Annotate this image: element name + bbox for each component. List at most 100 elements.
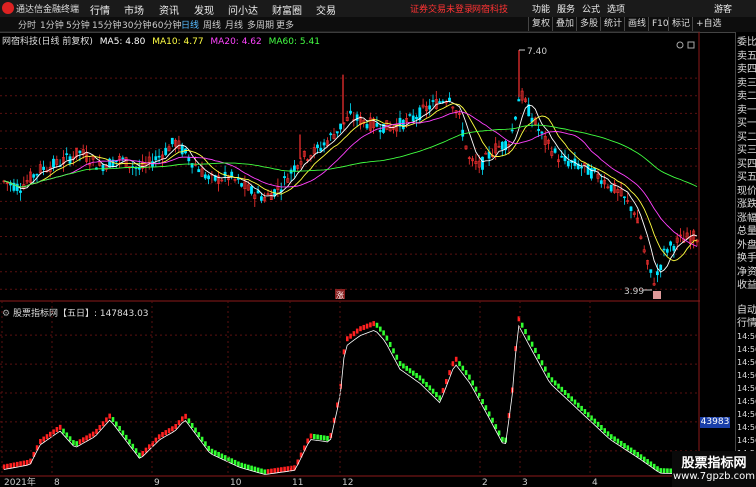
indicator-bar — [408, 368, 412, 374]
indicator-bar — [547, 372, 550, 378]
indicator-bar — [171, 426, 174, 432]
indicator-bar — [184, 413, 187, 419]
candle-body — [292, 165, 296, 172]
indicator-bar — [464, 370, 468, 376]
tick-time-label: 14:56 — [737, 423, 756, 432]
indicator-bar — [372, 321, 375, 327]
date-tick-label: 4 — [592, 478, 598, 487]
indicator-bar — [527, 335, 531, 341]
indicator-bar — [250, 465, 253, 471]
indicator-bar — [6, 463, 9, 469]
indicator-bar — [118, 425, 121, 431]
moving-average-lines — [3, 100, 698, 273]
indicator-bar — [115, 421, 118, 427]
candle-body — [553, 148, 557, 153]
quote-field-label: 买五 — [737, 172, 756, 183]
kline-chart[interactable]: 7.006.756.506.256.005.755.505.255.004.75… — [0, 0, 700, 487]
indicator-bar — [451, 361, 455, 367]
indicator-bar — [415, 373, 418, 379]
indicator-bar — [91, 431, 95, 437]
indicator-bar — [95, 428, 98, 434]
indicator-bar — [263, 469, 267, 475]
tick-time-label: 14:56 — [737, 332, 756, 341]
quote-field-label: 买三 — [737, 145, 756, 156]
candle-body — [164, 147, 168, 155]
indicator-bar — [313, 434, 316, 440]
indicator-bar — [164, 430, 168, 436]
indicator-bar — [22, 460, 26, 466]
indicator-bar — [633, 449, 636, 455]
indicator-bar — [210, 448, 214, 454]
quote-field-label: 买一 — [737, 118, 756, 129]
indicator-bar — [639, 454, 643, 460]
indicator-bar — [9, 463, 12, 469]
indicator-bar — [108, 413, 111, 419]
candle-body — [500, 141, 504, 150]
indicator-bar — [375, 322, 379, 328]
quote-field-label: 卖二 — [737, 91, 756, 102]
indicator-bar — [418, 375, 422, 381]
indicator-bar — [111, 417, 115, 423]
indicator-bar — [174, 424, 177, 430]
candle-body — [566, 160, 570, 167]
quote-field-label: 买四 — [737, 158, 756, 170]
candle-body — [655, 271, 659, 276]
main-grid — [0, 77, 699, 290]
indicator-bar — [563, 390, 567, 395]
indicator-bar — [349, 333, 352, 339]
indicator-bar — [369, 322, 372, 328]
quote-field-label: 委比 — [737, 37, 756, 48]
user-label[interactable]: 游客 — [714, 2, 732, 15]
indicator-bar — [570, 396, 573, 402]
indicator-bar — [319, 434, 323, 440]
indicator-bar — [435, 392, 438, 398]
indicator-current-value: 43983 — [700, 417, 730, 428]
candle-body — [19, 190, 22, 193]
indicator-bar — [567, 393, 570, 399]
indicator-bar — [629, 447, 633, 453]
indicator-bar — [78, 439, 82, 445]
indicator-bar — [405, 365, 408, 371]
indicator-bar — [72, 440, 75, 446]
candle-body — [580, 166, 583, 169]
indicator-bar — [636, 452, 639, 458]
indicator-bar — [98, 425, 102, 431]
candle-body — [365, 124, 369, 129]
indicator-bar — [256, 467, 260, 473]
window-controls[interactable] — [676, 41, 695, 49]
tick-time-label: 14:56 — [737, 345, 756, 354]
indicator-bar — [613, 436, 616, 442]
candle-body — [431, 100, 435, 102]
indicator-bar — [600, 425, 603, 431]
indicator-bar — [474, 386, 478, 392]
date-tick-label: 10 — [230, 478, 242, 487]
indicator-bar — [223, 455, 227, 461]
candle-body — [586, 164, 590, 175]
candlestick-series — [2, 50, 699, 287]
indicator-bar — [365, 323, 369, 329]
indicator-bar — [240, 462, 243, 468]
indicator-bar — [266, 469, 270, 475]
indicator-bar — [412, 370, 415, 376]
candle-body — [378, 130, 382, 133]
indicator-bar — [534, 347, 537, 353]
indicator-bar — [276, 467, 280, 473]
quote-field-label: 净资 — [737, 266, 756, 278]
high-annotation: 7.40 — [519, 47, 547, 57]
indicator-bar — [326, 435, 329, 441]
tick-time-label: 行情 — [737, 318, 756, 329]
marker-icon[interactable] — [653, 291, 661, 299]
indicator-bar — [616, 438, 620, 444]
indicator-bar — [666, 468, 669, 474]
quote-field-label: 涨幅 — [737, 212, 756, 224]
indicator-bar — [425, 382, 428, 388]
indicator-bar — [586, 412, 590, 418]
indicator-bar — [352, 331, 356, 337]
indicator-bar — [385, 335, 389, 341]
indicator-bar — [62, 428, 65, 434]
indicator-bar — [544, 366, 547, 372]
tick-time-label: 自动 — [737, 305, 756, 316]
indicator-bar — [19, 461, 22, 467]
indicator-bar — [154, 437, 158, 443]
tick-time-label: 14:56 — [737, 384, 756, 393]
